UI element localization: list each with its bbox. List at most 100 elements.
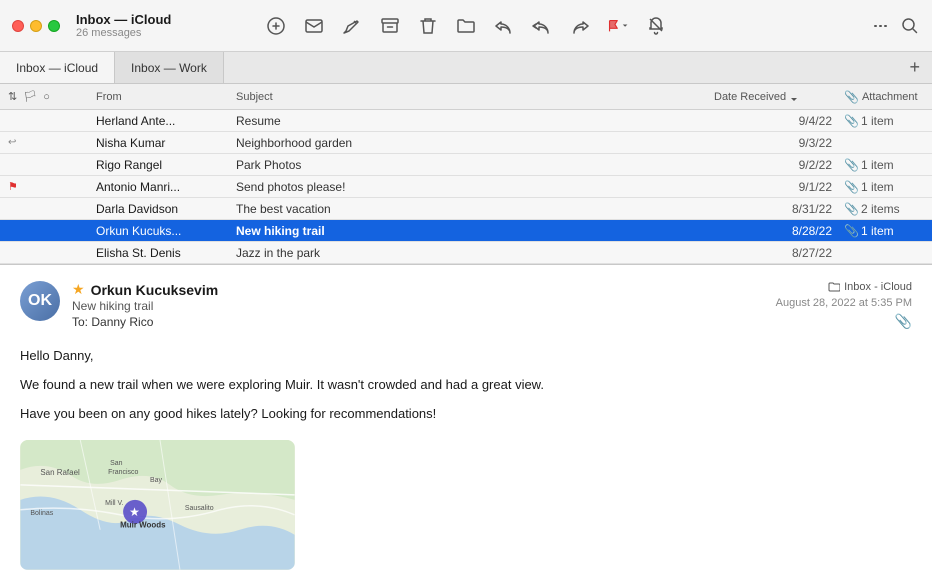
column-headers: ⇅ 🏳 ○ From Subject Date Received 📎 Attac… bbox=[0, 84, 932, 110]
replied-icon: ↩ bbox=[8, 137, 16, 148]
col-date-header[interactable]: Date Received bbox=[714, 91, 844, 103]
traffic-lights bbox=[12, 20, 60, 32]
titlebar: Inbox — iCloud 26 messages bbox=[0, 0, 932, 52]
tabbar: Inbox — iCloud Inbox — Work + bbox=[0, 52, 932, 84]
toolbar-right bbox=[870, 16, 920, 36]
row-subject: Resume bbox=[236, 114, 714, 128]
forward-icon[interactable] bbox=[570, 16, 590, 36]
sender-name: Orkun Kucuksevim bbox=[91, 282, 219, 298]
archive-icon[interactable] bbox=[380, 16, 400, 36]
compose-icon[interactable] bbox=[266, 16, 286, 36]
title-info: Inbox — iCloud 26 messages bbox=[76, 12, 171, 39]
email-row[interactable]: Rigo Rangel Park Photos 9/2/22 📎 1 item bbox=[0, 154, 932, 176]
row-date: 8/27/22 bbox=[714, 246, 844, 260]
row-subject: New hiking trail bbox=[236, 224, 714, 238]
svg-text:Francisco: Francisco bbox=[108, 469, 138, 476]
bell-icon[interactable] bbox=[646, 16, 666, 36]
row-from: Darla Davidson bbox=[96, 202, 236, 216]
close-button[interactable] bbox=[12, 20, 24, 32]
col-attach-header: 📎 Attachment bbox=[844, 90, 924, 104]
row-date: 9/1/22 bbox=[714, 180, 844, 194]
maximize-button[interactable] bbox=[48, 20, 60, 32]
email-row[interactable]: Herland Ante... Resume 9/4/22 📎 1 item bbox=[0, 110, 932, 132]
tab-work[interactable]: Inbox — Work bbox=[115, 52, 224, 83]
row-date: 9/2/22 bbox=[714, 158, 844, 172]
svg-text:San Rafael: San Rafael bbox=[40, 468, 80, 477]
svg-text:Muir Woods: Muir Woods bbox=[120, 521, 166, 530]
email-list: Herland Ante... Resume 9/4/22 📎 1 item ↩… bbox=[0, 110, 932, 264]
paperclip-icon: 📎 bbox=[844, 224, 859, 238]
svg-text:Bay: Bay bbox=[150, 477, 163, 484]
flag-red-icon: ⚑ bbox=[8, 180, 18, 193]
main-content: ⇅ 🏳 ○ From Subject Date Received 📎 Attac… bbox=[0, 84, 932, 586]
svg-text:Mill V.: Mill V. bbox=[105, 500, 123, 507]
row-subject: Park Photos bbox=[236, 158, 714, 172]
preview-header: OK ★ Orkun Kucuksevim New hiking trail T… bbox=[20, 281, 912, 330]
toolbar bbox=[266, 16, 666, 36]
paperclip-icon: 📎 bbox=[844, 180, 859, 194]
svg-text:Sausalito: Sausalito bbox=[185, 505, 214, 512]
mail-icon[interactable] bbox=[304, 16, 324, 36]
window-title: Inbox — iCloud bbox=[76, 12, 171, 27]
row-subject: Neighborhood garden bbox=[236, 136, 714, 150]
row-from: Rigo Rangel bbox=[96, 158, 236, 172]
star-icon[interactable]: ★ bbox=[72, 281, 85, 298]
avatar: OK bbox=[20, 281, 60, 321]
preview-meta: Inbox - iCloud August 28, 2022 at 5:35 P… bbox=[776, 281, 912, 330]
preview-attach-icon[interactable]: 📎 bbox=[895, 313, 912, 330]
attachment-value: 📎 1 item bbox=[844, 224, 924, 238]
row-subject: Jazz in the park bbox=[236, 246, 714, 260]
paperclip-icon: 📎 bbox=[844, 114, 859, 128]
row-date: 9/4/22 bbox=[714, 114, 844, 128]
col-flags-header: ⇅ 🏳 ○ bbox=[8, 90, 96, 103]
add-tab-button[interactable]: + bbox=[897, 52, 932, 83]
email-list-section: ⇅ 🏳 ○ From Subject Date Received 📎 Attac… bbox=[0, 84, 932, 265]
paperclip-icon: 📎 bbox=[844, 202, 859, 216]
row-from: Antonio Manri... bbox=[96, 180, 236, 194]
preview-to: To: Danny Rico bbox=[72, 315, 776, 329]
col-from-header[interactable]: From bbox=[96, 91, 236, 103]
tab-icloud[interactable]: Inbox — iCloud bbox=[0, 52, 115, 83]
inbox-label: Inbox - iCloud bbox=[828, 281, 912, 293]
preview-subject: New hiking trail bbox=[72, 299, 776, 313]
svg-text:Bolinas: Bolinas bbox=[30, 510, 53, 517]
row-from: Nisha Kumar bbox=[96, 136, 236, 150]
row-from: Orkun Kucuks... bbox=[96, 224, 236, 238]
email-row[interactable]: ⚑ Antonio Manri... Send photos please! 9… bbox=[0, 176, 932, 198]
email-row[interactable]: Orkun Kucuks... New hiking trail 8/28/22… bbox=[0, 220, 932, 242]
more-icon[interactable] bbox=[870, 16, 890, 36]
email-row[interactable]: Elisha St. Denis Jazz in the park 8/27/2… bbox=[0, 242, 932, 264]
paperclip-icon: 📎 bbox=[844, 158, 859, 172]
row-date: 9/3/22 bbox=[714, 136, 844, 150]
attachment-value: 📎 1 item bbox=[844, 158, 924, 172]
window-subtitle: 26 messages bbox=[76, 27, 171, 39]
svg-text:★: ★ bbox=[129, 505, 140, 519]
row-date: 8/31/22 bbox=[714, 202, 844, 216]
email-row[interactable]: ↩ Nisha Kumar Neighborhood garden 9/3/22 bbox=[0, 132, 932, 154]
reply-icon[interactable] bbox=[494, 16, 514, 36]
col-subject-header[interactable]: Subject bbox=[236, 91, 714, 103]
new-message-icon[interactable] bbox=[342, 16, 362, 36]
row-flags: ↩ bbox=[8, 137, 96, 148]
attachment-value: 📎 1 item bbox=[844, 114, 924, 128]
row-subject: The best vacation bbox=[236, 202, 714, 216]
sender-info: ★ Orkun Kucuksevim New hiking trail To: … bbox=[72, 281, 776, 329]
flag-icon[interactable] bbox=[608, 16, 628, 36]
svg-text:San: San bbox=[110, 460, 123, 467]
email-row[interactable]: Darla Davidson The best vacation 8/31/22… bbox=[0, 198, 932, 220]
attachment-value: 📎 2 items bbox=[844, 202, 924, 216]
row-subject: Send photos please! bbox=[236, 180, 714, 194]
folder-icon[interactable] bbox=[456, 16, 476, 36]
reply-all-icon[interactable] bbox=[532, 16, 552, 36]
map-container[interactable]: San Rafael Bolinas San Francisco Bay Mil… bbox=[20, 440, 295, 570]
minimize-button[interactable] bbox=[30, 20, 42, 32]
email-preview: OK ★ Orkun Kucuksevim New hiking trail T… bbox=[0, 265, 932, 586]
trash-icon[interactable] bbox=[418, 16, 438, 36]
preview-body: Hello Danny, We found a new trail when w… bbox=[20, 346, 912, 432]
row-date: 8/28/22 bbox=[714, 224, 844, 238]
row-from: Herland Ante... bbox=[96, 114, 236, 128]
row-flags: ⚑ bbox=[8, 180, 96, 193]
row-from: Elisha St. Denis bbox=[96, 246, 236, 260]
attachment-value: 📎 1 item bbox=[844, 180, 924, 194]
search-icon[interactable] bbox=[900, 16, 920, 36]
